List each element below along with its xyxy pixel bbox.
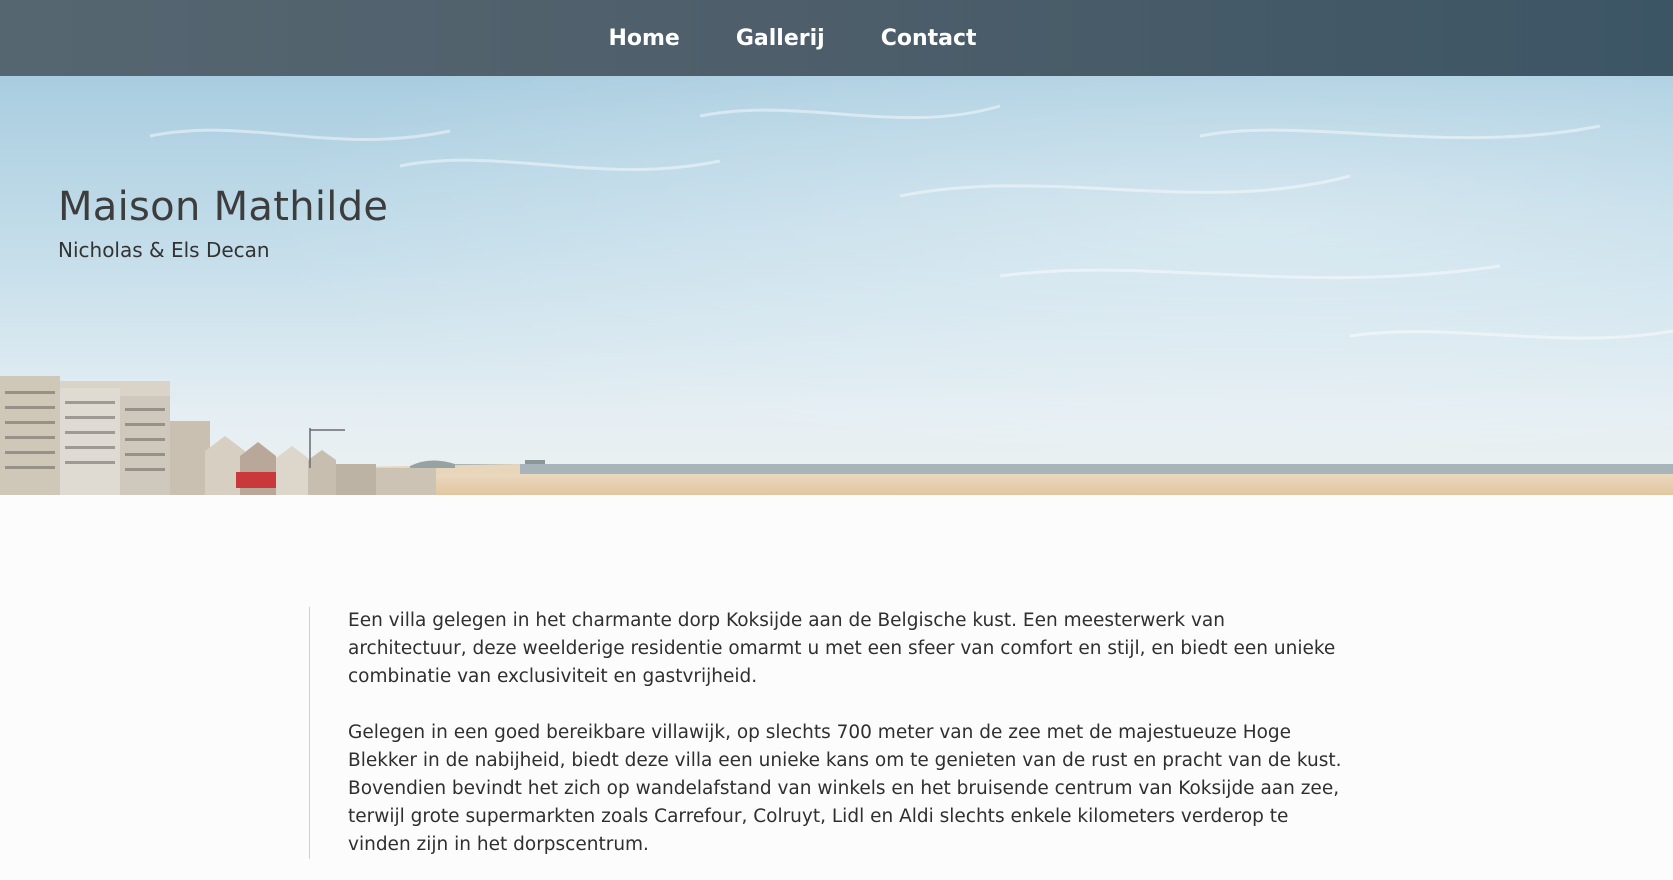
intro-paragraph-2: Gelegen in een goed bereikbare villawijk… — [348, 722, 1342, 855]
hero-banner: Maison Mathilde Nicholas & Els Decan — [0, 76, 1673, 495]
top-navigation: Home Gallerij Contact — [0, 0, 1673, 76]
hero-title-block: Maison Mathilde Nicholas & Els Decan — [58, 184, 388, 262]
page: Home Gallerij Contact Maison Mathilde Ni… — [0, 0, 1673, 880]
nav-gallery-link[interactable]: Gallerij — [736, 26, 825, 51]
nav-home-link[interactable]: Home — [608, 26, 679, 51]
site-subtitle: Nicholas & Els Decan — [58, 238, 270, 262]
intro-paragraph-1: Een villa gelegen in het charmante dorp … — [348, 610, 1336, 687]
intro-content: Een villa gelegen in het charmante dorp … — [309, 607, 1348, 859]
nav-contact-link[interactable]: Contact — [881, 26, 977, 51]
site-title: Maison Mathilde — [58, 184, 389, 230]
beach-panorama-image — [0, 76, 1673, 495]
